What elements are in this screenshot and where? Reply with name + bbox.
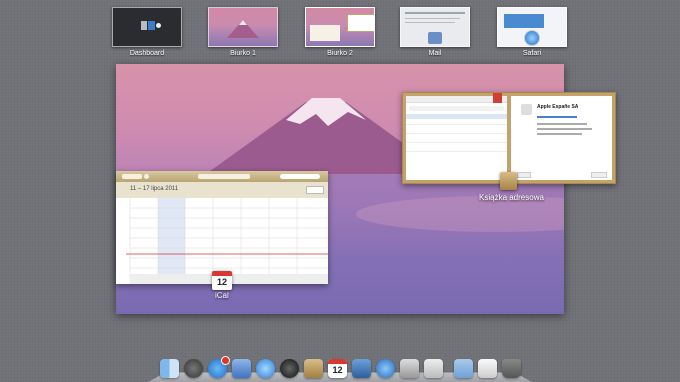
address-book-titlebar — [406, 96, 507, 103]
ical-header: 11 – 17 lipca 2011 — [116, 182, 328, 198]
space-label: Mail — [428, 50, 442, 57]
preview-icon[interactable] — [424, 359, 443, 378]
apple-logo-icon — [521, 104, 532, 115]
dashboard-widget — [148, 21, 155, 30]
ical-icon-date: 12 — [216, 277, 227, 287]
bookmark-ribbon-icon — [493, 93, 502, 103]
desktop-2-thumbnail — [305, 7, 375, 47]
ical-window[interactable]: 11 – 17 lipca 2011 — [116, 171, 328, 284]
ical-icon[interactable]: 12 — [212, 271, 232, 290]
ical-window-thumbnail — [310, 25, 340, 41]
space-dashboard[interactable]: Dashboard — [112, 7, 182, 57]
folder-icon[interactable] — [454, 359, 473, 378]
address-book-icon[interactable] — [500, 172, 517, 190]
space-safari[interactable]: Safari — [497, 7, 567, 57]
safari-icon[interactable] — [256, 359, 275, 378]
space-label: Safari — [522, 50, 542, 57]
list-divider — [406, 142, 507, 143]
mail-stamp-icon — [428, 32, 442, 44]
space-label: Dashboard — [129, 50, 165, 57]
list-divider — [406, 124, 507, 125]
dashboard-widget — [141, 21, 147, 30]
add-event-button[interactable] — [144, 174, 149, 179]
dock: 12 — [148, 352, 532, 382]
ical-toolbar — [116, 171, 328, 182]
address-book-list-pane[interactable] — [406, 96, 507, 180]
contact-line — [537, 133, 582, 135]
ical-dock-date: 12 — [332, 365, 343, 375]
iphoto-icon[interactable] — [352, 359, 371, 378]
addressbook-window-thumbnail — [347, 14, 374, 32]
mail-line — [405, 12, 465, 14]
dashboard-thumbnail — [112, 7, 182, 47]
week-nav-button[interactable] — [306, 186, 324, 194]
launchpad-icon[interactable] — [184, 359, 203, 378]
space-label: Biurko 1 — [230, 50, 256, 57]
ical-dock-icon[interactable]: 12 — [328, 359, 347, 378]
contact-line — [537, 123, 587, 125]
documents-icon[interactable] — [478, 359, 497, 378]
finder-icon[interactable] — [160, 359, 179, 378]
address-book-dock-icon[interactable] — [304, 359, 323, 378]
mail-thumbnail — [400, 7, 470, 47]
address-search-field[interactable] — [409, 106, 504, 111]
mountain-thumbnail — [227, 20, 259, 38]
address-book-app-label: Książka adresowa — [479, 193, 544, 202]
mail-line — [405, 18, 460, 19]
address-book-card-pane[interactable]: Apple Españe SA — [511, 96, 612, 180]
search-input[interactable] — [280, 174, 320, 179]
facetime-icon[interactable] — [280, 359, 299, 378]
contact-line — [537, 128, 592, 130]
space-mail[interactable]: Mail — [400, 7, 470, 57]
contact-row-selected[interactable] — [406, 114, 507, 119]
safari-compass-icon — [524, 30, 540, 46]
safari-thumbnail — [497, 7, 567, 47]
space-desktop-1[interactable]: Biurko 1 — [208, 7, 278, 57]
ical-app-label: iCal — [215, 291, 229, 300]
share-button[interactable] — [591, 172, 607, 178]
space-label: Biurko 2 — [327, 50, 353, 57]
view-segmented-control[interactable] — [198, 174, 250, 179]
mail-icon[interactable] — [232, 359, 251, 378]
trash-icon[interactable] — [502, 359, 521, 378]
space-desktop-2[interactable]: Biurko 2 — [305, 7, 375, 57]
calendars-button[interactable] — [122, 174, 142, 179]
system-preferences-icon[interactable] — [400, 359, 419, 378]
spaces-bar: Dashboard Biurko 1 Biurko 2 Mail Safari — [0, 0, 680, 62]
address-book-window[interactable]: Apple Españe SA — [402, 92, 616, 184]
edit-button[interactable] — [517, 172, 531, 178]
mail-line — [405, 22, 455, 23]
list-divider — [406, 133, 507, 134]
app-store-icon[interactable] — [208, 356, 230, 378]
contact-name: Apple Españe SA — [537, 104, 579, 110]
app-store-badge — [221, 356, 230, 365]
contact-line — [537, 116, 577, 118]
safari-page-banner — [504, 14, 544, 28]
desktop-1-thumbnail — [208, 7, 278, 47]
list-divider — [406, 151, 507, 152]
week-title: 11 – 17 lipca 2011 — [130, 186, 179, 192]
dashboard-widget — [156, 23, 161, 28]
itunes-icon[interactable] — [376, 359, 395, 378]
